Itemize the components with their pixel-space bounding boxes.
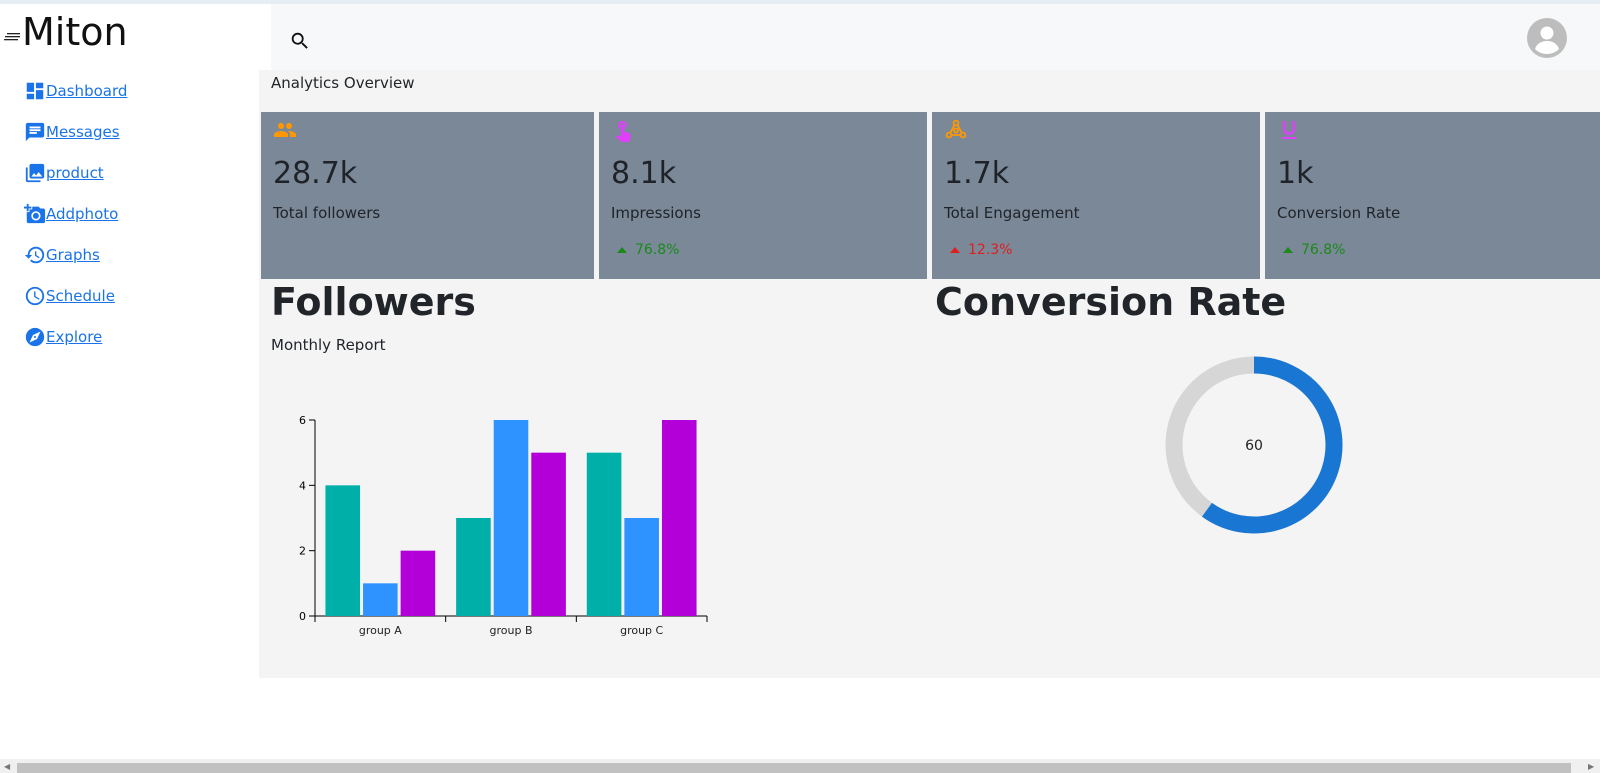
stat-change: 76.8% [1283, 242, 1345, 258]
bar [586, 452, 622, 616]
stat-card-conversion: 1k Conversion Rate 76.8% [1265, 112, 1600, 279]
sidebar-item-product[interactable]: product [24, 152, 127, 193]
x-tick-label: group A [359, 624, 402, 637]
sidebar-item-label[interactable]: Dashboard [46, 82, 127, 100]
stat-label: Total followers [273, 204, 381, 222]
conversion-title: Conversion Rate [935, 280, 1287, 324]
sidebar-item-label[interactable]: Explore [46, 328, 102, 346]
scrollbar-thumb[interactable] [17, 763, 1571, 773]
sidebar-item-schedule[interactable]: Schedule [24, 275, 127, 316]
bar [624, 518, 659, 616]
sidebar-item-addphoto[interactable]: Addphoto [24, 193, 127, 234]
section-label: Analytics Overview [271, 74, 415, 92]
x-tick-label: group C [620, 624, 663, 637]
followers-title: Followers [271, 280, 476, 324]
stat-label: Impressions [611, 204, 701, 222]
followers-subtitle: Monthly Report [271, 336, 386, 354]
horizontal-scrollbar[interactable]: ◀ ▶ [0, 759, 1600, 773]
conversion-donut-chart: 60 [1165, 356, 1343, 534]
y-tick-label: 0 [299, 610, 306, 623]
search-icon[interactable] [289, 30, 311, 52]
bar [325, 485, 361, 616]
bar [363, 583, 398, 616]
image-icon [25, 163, 45, 182]
compass-icon [25, 327, 45, 346]
sidebar-item-label[interactable]: Schedule [46, 287, 115, 305]
sidebar-item-explore[interactable]: Explore [24, 316, 127, 357]
donut-center-label: 60 [1245, 438, 1263, 454]
sidebar-item-label[interactable]: product [46, 164, 104, 182]
sidebar-item-graphs[interactable]: Graphs [24, 234, 127, 275]
avatar[interactable] [1527, 18, 1567, 58]
touch-icon [615, 121, 631, 142]
bar [531, 452, 566, 616]
donut-value-arc [1201, 356, 1343, 534]
stat-value: 8.1k [611, 156, 677, 191]
trend-up-icon [1283, 247, 1293, 253]
group-icon [274, 123, 296, 137]
sidebar-item-label[interactable]: Graphs [46, 246, 100, 264]
sidebar-item-label[interactable]: Messages [46, 123, 120, 141]
add-photo-icon [24, 203, 46, 223]
main-content: Analytics Overview 28.7k Total followers… [259, 70, 1600, 678]
stat-change: 12.3% [950, 242, 1012, 258]
stat-value: 1.7k [944, 156, 1010, 191]
brand-name: Miton [22, 10, 128, 54]
trend-up-icon [617, 247, 627, 253]
top-header [271, 4, 1600, 70]
menu-icon[interactable] [4, 30, 20, 44]
stat-value: 28.7k [273, 156, 358, 191]
stats-cards: 28.7k Total followers 8.1k Impressions 7… [261, 112, 1600, 279]
stat-change-value: 76.8% [1301, 242, 1346, 258]
stat-label: Conversion Rate [1277, 204, 1401, 222]
sidebar-nav: Dashboard Messages product Addphoto Grap… [24, 70, 127, 357]
stat-label: Total Engagement [944, 204, 1080, 222]
y-tick-label: 4 [299, 479, 306, 492]
stat-change-value: 12.3% [968, 242, 1013, 258]
sidebar-item-dashboard[interactable]: Dashboard [24, 70, 127, 111]
sidebar: Miton Dashboard Messages product Addphot… [0, 4, 260, 704]
scroll-right-icon[interactable]: ▶ [1588, 762, 1594, 771]
stat-change-value: 76.8% [635, 242, 680, 258]
clock-icon [25, 286, 45, 305]
underline-icon [1282, 121, 1296, 139]
stat-change: 76.8% [617, 242, 679, 258]
history-icon [24, 246, 45, 263]
trend-up-icon [950, 247, 960, 253]
sidebar-item-label[interactable]: Addphoto [46, 205, 118, 223]
y-tick-label: 2 [299, 545, 306, 558]
bar [661, 420, 697, 616]
stat-card-engagement: 1.7k Total Engagement 12.3% [932, 112, 1260, 279]
stat-value: 1k [1277, 156, 1314, 191]
bar [456, 518, 491, 616]
message-icon [25, 122, 45, 141]
followers-bar-chart: 0 2 4 6 group A group B group C [299, 414, 708, 637]
y-tick-label: 6 [299, 414, 306, 427]
x-tick-label: group B [490, 624, 533, 637]
stat-card-followers: 28.7k Total followers [261, 112, 594, 279]
scroll-left-icon[interactable]: ◀ [4, 762, 10, 771]
account-icon [1535, 26, 1559, 54]
bar [400, 550, 436, 616]
brand: Miton [4, 10, 128, 54]
stat-card-impressions: 8.1k Impressions 76.8% [599, 112, 927, 279]
hub-icon [945, 119, 967, 139]
dashboard-icon [26, 82, 44, 99]
sidebar-item-messages[interactable]: Messages [24, 111, 127, 152]
bar [493, 420, 529, 616]
